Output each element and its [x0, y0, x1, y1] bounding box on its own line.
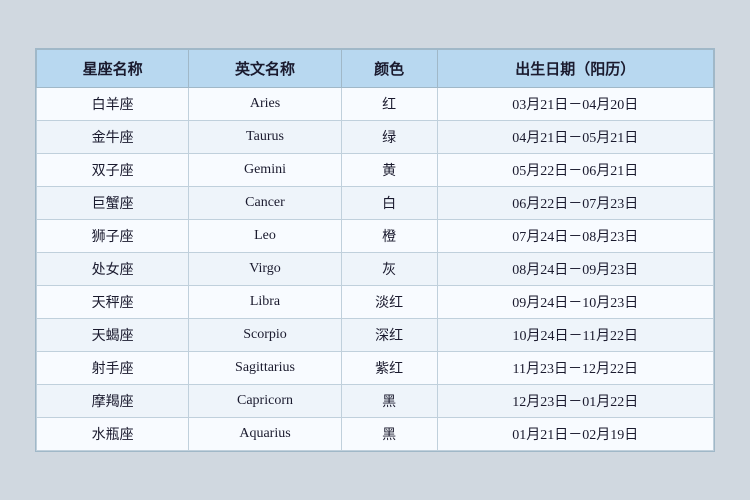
table-row: 射手座Sagittarius紫红11月23日－12月22日 [37, 352, 714, 385]
cell-date: 05月22日－06月21日 [437, 154, 713, 187]
cell-date: 12月23日－01月22日 [437, 385, 713, 418]
cell-color: 白 [341, 187, 437, 220]
cell-chinese-name: 射手座 [37, 352, 189, 385]
cell-date: 03月21日－04月20日 [437, 88, 713, 121]
cell-color: 紫红 [341, 352, 437, 385]
cell-chinese-name: 处女座 [37, 253, 189, 286]
cell-date: 09月24日－10月23日 [437, 286, 713, 319]
cell-english-name: Taurus [189, 121, 341, 154]
cell-color: 黑 [341, 418, 437, 451]
table-row: 摩羯座Capricorn黑12月23日－01月22日 [37, 385, 714, 418]
cell-chinese-name: 天蝎座 [37, 319, 189, 352]
cell-chinese-name: 巨蟹座 [37, 187, 189, 220]
cell-color: 黄 [341, 154, 437, 187]
zodiac-table: 星座名称 英文名称 颜色 出生日期（阳历） 白羊座Aries红03月21日－04… [36, 49, 714, 451]
cell-english-name: Libra [189, 286, 341, 319]
header-english-name: 英文名称 [189, 50, 341, 88]
table-row: 双子座Gemini黄05月22日－06月21日 [37, 154, 714, 187]
cell-color: 深红 [341, 319, 437, 352]
cell-date: 07月24日－08月23日 [437, 220, 713, 253]
table-row: 处女座Virgo灰08月24日－09月23日 [37, 253, 714, 286]
table-row: 天秤座Libra淡红09月24日－10月23日 [37, 286, 714, 319]
cell-date: 06月22日－07月23日 [437, 187, 713, 220]
cell-english-name: Leo [189, 220, 341, 253]
cell-date: 08月24日－09月23日 [437, 253, 713, 286]
table-body: 白羊座Aries红03月21日－04月20日金牛座Taurus绿04月21日－0… [37, 88, 714, 451]
cell-color: 淡红 [341, 286, 437, 319]
cell-english-name: Aquarius [189, 418, 341, 451]
cell-color: 黑 [341, 385, 437, 418]
cell-chinese-name: 金牛座 [37, 121, 189, 154]
table-header-row: 星座名称 英文名称 颜色 出生日期（阳历） [37, 50, 714, 88]
cell-english-name: Scorpio [189, 319, 341, 352]
cell-color: 红 [341, 88, 437, 121]
header-date: 出生日期（阳历） [437, 50, 713, 88]
cell-date: 01月21日－02月19日 [437, 418, 713, 451]
header-color: 颜色 [341, 50, 437, 88]
cell-color: 绿 [341, 121, 437, 154]
cell-chinese-name: 白羊座 [37, 88, 189, 121]
cell-date: 10月24日－11月22日 [437, 319, 713, 352]
cell-english-name: Capricorn [189, 385, 341, 418]
cell-date: 04月21日－05月21日 [437, 121, 713, 154]
header-chinese-name: 星座名称 [37, 50, 189, 88]
cell-english-name: Sagittarius [189, 352, 341, 385]
table-row: 天蝎座Scorpio深红10月24日－11月22日 [37, 319, 714, 352]
cell-date: 11月23日－12月22日 [437, 352, 713, 385]
cell-chinese-name: 狮子座 [37, 220, 189, 253]
cell-chinese-name: 天秤座 [37, 286, 189, 319]
table-row: 狮子座Leo橙07月24日－08月23日 [37, 220, 714, 253]
cell-chinese-name: 双子座 [37, 154, 189, 187]
table-row: 巨蟹座Cancer白06月22日－07月23日 [37, 187, 714, 220]
cell-chinese-name: 摩羯座 [37, 385, 189, 418]
table-row: 金牛座Taurus绿04月21日－05月21日 [37, 121, 714, 154]
table-row: 白羊座Aries红03月21日－04月20日 [37, 88, 714, 121]
cell-english-name: Gemini [189, 154, 341, 187]
cell-english-name: Cancer [189, 187, 341, 220]
cell-english-name: Aries [189, 88, 341, 121]
cell-color: 橙 [341, 220, 437, 253]
table-row: 水瓶座Aquarius黑01月21日－02月19日 [37, 418, 714, 451]
cell-color: 灰 [341, 253, 437, 286]
cell-english-name: Virgo [189, 253, 341, 286]
cell-chinese-name: 水瓶座 [37, 418, 189, 451]
zodiac-table-container: 星座名称 英文名称 颜色 出生日期（阳历） 白羊座Aries红03月21日－04… [35, 48, 715, 452]
